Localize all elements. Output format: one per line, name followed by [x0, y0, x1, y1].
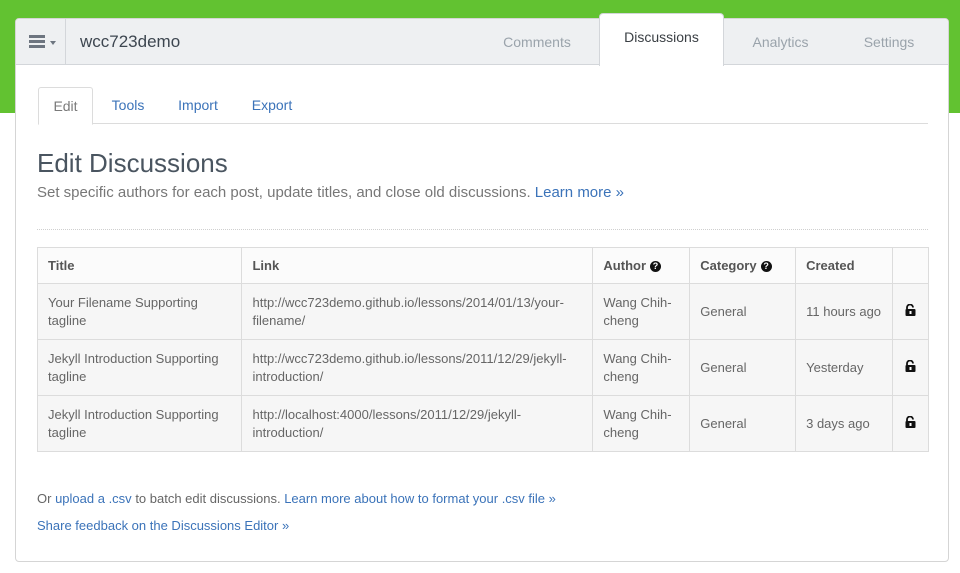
tab-settings[interactable]: Settings	[844, 19, 934, 65]
table-row: Your Filename Supporting tagline http://…	[36, 283, 929, 340]
subtab-tools[interactable]: Tools	[100, 87, 156, 124]
column-header-title: Title	[36, 247, 243, 284]
question-circle-icon[interactable]: ?	[760, 261, 772, 272]
row-title[interactable]: Jekyll Introduction Supporting tagline	[36, 395, 243, 452]
row-lock-cell	[892, 339, 929, 396]
subtab-edit[interactable]: Edit	[38, 87, 93, 125]
page-description: Set specific authors for each post, upda…	[37, 184, 624, 201]
row-link[interactable]: http://wcc723demo.github.io/lessons/2014…	[241, 283, 594, 340]
unlock-icon[interactable]	[905, 303, 916, 321]
row-lock-cell	[892, 395, 929, 452]
tab-discussions[interactable]: Discussions	[599, 13, 724, 66]
row-title[interactable]: Jekyll Introduction Supporting tagline	[36, 339, 243, 396]
row-author[interactable]: Wang Chih-cheng	[592, 283, 691, 340]
top-bar: wcc723demo Comments Discussions Analytic…	[16, 13, 948, 66]
subtab-export[interactable]: Export	[241, 87, 303, 124]
divider	[37, 229, 928, 230]
discussions-table: Title Link Author? Category? Created You…	[36, 247, 929, 452]
description-text: Set specific authors for each post, upda…	[37, 184, 531, 201]
column-header-lock	[892, 247, 929, 284]
menu-button[interactable]	[16, 19, 66, 65]
csv-help-text: Or upload a .csv to batch edit discussio…	[37, 491, 556, 506]
table-header-row: Title Link Author? Category? Created	[36, 247, 929, 284]
row-category[interactable]: General	[689, 395, 797, 452]
row-category[interactable]: General	[689, 339, 797, 396]
sub-tabs: Edit Tools Import Export	[38, 87, 928, 125]
table-row: Jekyll Introduction Supporting tagline h…	[36, 339, 929, 396]
subtab-import[interactable]: Import	[168, 87, 228, 124]
caret-down-icon	[50, 41, 56, 45]
table-row: Jekyll Introduction Supporting tagline h…	[36, 395, 929, 452]
tab-comments[interactable]: Comments	[484, 19, 590, 65]
unlock-icon[interactable]	[905, 359, 916, 377]
question-circle-icon[interactable]: ?	[650, 261, 662, 272]
feedback-line: Share feedback on the Discussions Editor…	[37, 518, 289, 533]
hamburger-icon	[29, 35, 45, 50]
tab-analytics[interactable]: Analytics	[732, 19, 829, 65]
or-text: Or	[37, 491, 52, 506]
learn-more-link[interactable]: Learn more »	[535, 184, 624, 201]
site-name[interactable]: wcc723demo	[80, 32, 180, 52]
row-link[interactable]: http://wcc723demo.github.io/lessons/2011…	[241, 339, 594, 396]
column-header-category: Category?	[689, 247, 797, 284]
row-link[interactable]: http://localhost:4000/lessons/2011/12/29…	[241, 395, 594, 452]
row-author[interactable]: Wang Chih-cheng	[592, 339, 691, 396]
feedback-link[interactable]: Share feedback on the Discussions Editor…	[37, 518, 289, 533]
row-created: Yesterday	[795, 339, 894, 396]
upload-csv-link[interactable]: upload a .csv	[55, 491, 132, 506]
row-author[interactable]: Wang Chih-cheng	[592, 395, 691, 452]
csv-format-link[interactable]: Learn more about how to format your .csv…	[284, 491, 556, 506]
row-lock-cell	[892, 283, 929, 340]
row-created: 11 hours ago	[795, 283, 894, 340]
row-title[interactable]: Your Filename Supporting tagline	[36, 283, 243, 340]
main-panel: wcc723demo Comments Discussions Analytic…	[15, 13, 949, 562]
column-header-created: Created	[795, 247, 894, 284]
batch-text: to batch edit discussions.	[135, 491, 281, 506]
row-category[interactable]: General	[689, 283, 797, 340]
column-header-author: Author?	[592, 247, 691, 284]
unlock-icon[interactable]	[905, 415, 916, 433]
row-created: 3 days ago	[795, 395, 894, 452]
column-header-link: Link	[241, 247, 594, 284]
page-title: Edit Discussions	[37, 148, 228, 178]
